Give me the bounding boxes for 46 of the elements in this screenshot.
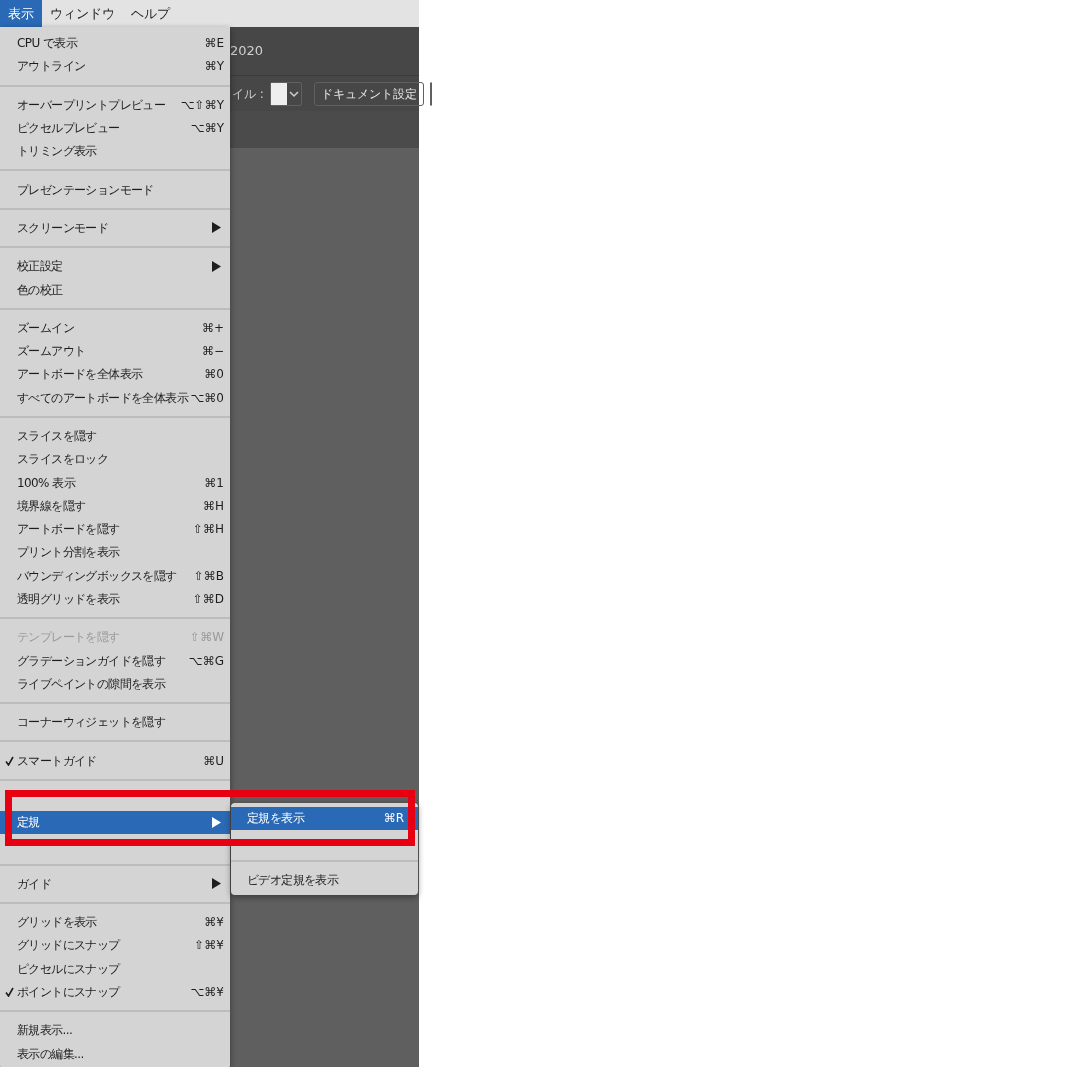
menu-bar-item[interactable]: ヘルプ — [123, 0, 178, 27]
menu-item[interactable]: スライスを隠す — [0, 424, 230, 448]
menu-item[interactable]: コーナーウィジェットを隠す — [0, 710, 230, 734]
menu-item[interactable]: ガイド — [0, 872, 230, 896]
menu-item[interactable]: バウンディングボックスを隠す ⇧⌘B — [0, 564, 230, 588]
style-dropdown[interactable] — [269, 81, 302, 106]
checkmark-icon — [5, 986, 14, 997]
menu-item[interactable]: ズームイン ⌘+ — [0, 316, 230, 340]
menu-item[interactable]: すべてのアートボードを全体表示 ⌥⌘0 — [0, 386, 230, 410]
style-label: イル : — [232, 85, 264, 103]
toolbar-button[interactable] — [429, 81, 432, 106]
menu-item[interactable]: スマートガイド ⌘U — [0, 748, 230, 773]
menu-item[interactable]: アートボードを隠す ⇧⌘H — [0, 517, 230, 541]
menu-bar-item[interactable]: 表示 — [0, 0, 42, 27]
menu-item[interactable]: 新規表示... — [0, 1018, 230, 1042]
menu-item[interactable]: グラデーションガイドを隠す ⌥⌘G — [0, 649, 230, 673]
menu-item[interactable]: スクリーンモード — [0, 216, 230, 240]
menu-item[interactable]: 定規を表示 ⌘R — [231, 806, 418, 830]
window-title: 2020 — [230, 42, 264, 61]
menu-bar-item[interactable]: ウィンドウ — [42, 0, 123, 27]
menu-item[interactable]: プリント分割を表示 — [0, 540, 230, 565]
chevron-down-icon — [286, 88, 301, 99]
menu-item[interactable]: CPU で表示 ⌘E — [0, 31, 230, 55]
menu-item[interactable]: 表示の編集... — [0, 1041, 230, 1066]
menu-item[interactable]: アートボードを全体表示 ⌘0 — [0, 362, 230, 387]
menu-item[interactable]: 透明グリッドを表示 ⇧⌘D — [0, 587, 230, 611]
menu-item[interactable]: 校正設定 — [0, 254, 230, 278]
menu-item[interactable]: 定規 — [0, 810, 230, 834]
menu-item[interactable]: ポイントにスナップ ⌥⌘¥ — [0, 980, 230, 1004]
menu-item[interactable]: スライスをロック — [0, 447, 230, 471]
menu-item[interactable]: ズームアウト ⌘− — [0, 339, 230, 363]
menu-item[interactable]: アウトライン ⌘Y — [0, 54, 230, 79]
menu-item[interactable]: 100% 表示 ⌘1 — [0, 470, 230, 495]
checkmark-icon — [5, 755, 14, 766]
menu-item[interactable]: ピクセルプレビュー ⌥⌘Y — [0, 116, 230, 140]
menu-item[interactable]: ピクセルにスナップ — [0, 957, 230, 981]
menu-item[interactable]: グリッドにスナップ ⇧⌘¥ — [0, 933, 230, 957]
menu-item[interactable]: プレゼンテーションモード — [0, 178, 230, 202]
menu-item[interactable]: 境界線を隠す ⌘H — [0, 494, 230, 518]
menu-item[interactable]: ライブペイントの隙間を表示 — [0, 672, 230, 696]
menu-item[interactable]: オーバープリントプレビュー ⌥⇧⌘Y — [0, 93, 230, 117]
document-setup-button[interactable]: ドキュメント設定 — [313, 81, 424, 106]
menu-item[interactable]: トリミング表示 — [0, 139, 230, 163]
menu-item[interactable]: ビデオ定規を表示 — [231, 868, 418, 892]
menu-item[interactable]: グリッドを表示 ⌘¥ — [0, 910, 230, 934]
menu-item[interactable]: 色の校正 — [0, 277, 230, 302]
